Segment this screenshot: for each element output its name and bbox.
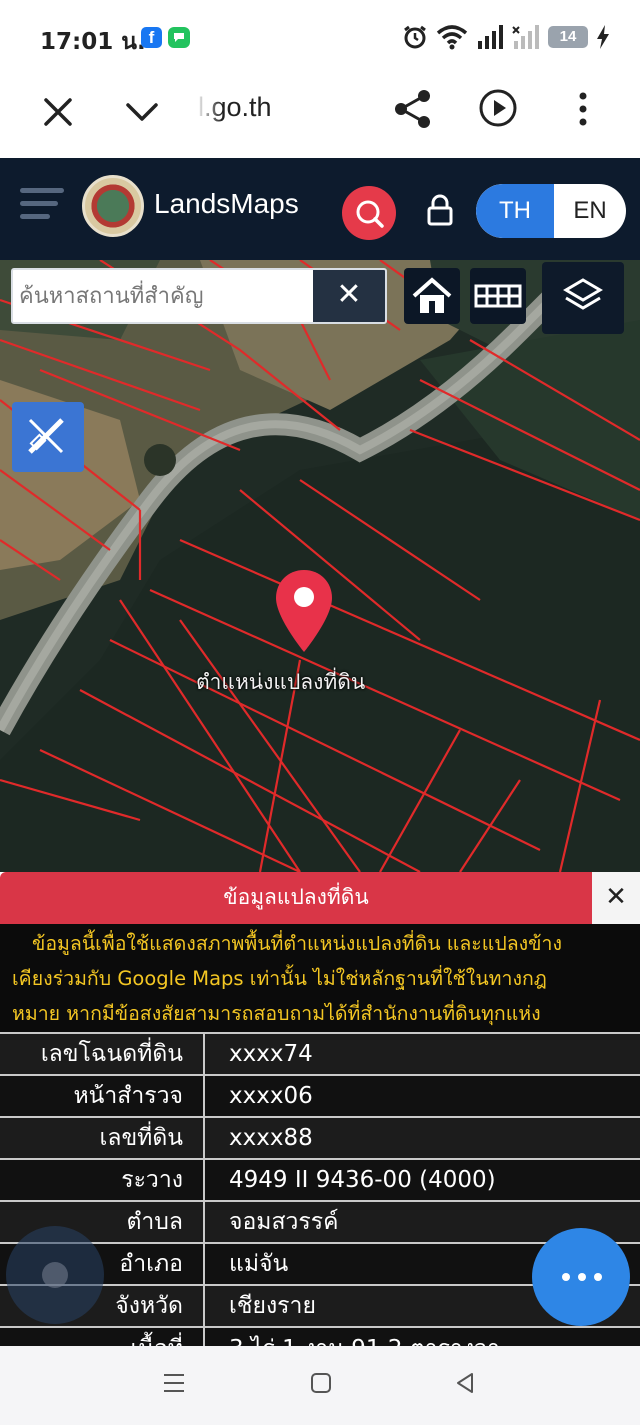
place-search-box: ✕ xyxy=(11,268,387,324)
location-pin-icon[interactable] xyxy=(274,568,334,654)
disclaimer-text: ข้อมูลนี้เพื่อใช้แสดงสภาพพื้นที่ตำแหน่งแ… xyxy=(0,924,640,1032)
status-bar: 17:01 น. f 14 xyxy=(0,0,640,72)
table-row: ตำบล จอมสวรรค์ xyxy=(0,1200,640,1243)
panel-close-button[interactable]: ✕ xyxy=(592,872,640,924)
search-clear-button[interactable]: ✕ xyxy=(313,270,385,322)
layers-icon xyxy=(563,278,603,310)
line-app-icon xyxy=(168,27,190,48)
row-label: ระวาง xyxy=(0,1158,205,1201)
ruler-pencil-icon xyxy=(28,418,64,454)
lang-en-button[interactable]: EN xyxy=(554,184,626,238)
home-icon xyxy=(412,277,452,313)
search-button[interactable] xyxy=(342,186,396,240)
measure-tool-button[interactable] xyxy=(12,402,84,472)
browser-toolbar: l.go.th xyxy=(0,72,640,158)
close-tab-icon[interactable] xyxy=(38,92,78,132)
row-value: xxxx06 xyxy=(204,1074,640,1117)
play-icon[interactable] xyxy=(478,88,518,128)
url-fade xyxy=(196,90,222,130)
disclaimer-line: ข้อมูลนี้เพื่อใช้แสดงสภาพพื้นที่ตำแหน่งแ… xyxy=(32,932,562,955)
alarm-icon xyxy=(404,25,426,49)
recent-apps-icon[interactable] xyxy=(162,1372,186,1394)
table-row: หน้าสำรวจ xxxx06 xyxy=(0,1074,640,1117)
menu-icon[interactable] xyxy=(20,188,64,224)
map-view[interactable]: ✕ ตำแหน่งแปลงที่ดิน xyxy=(0,260,640,872)
place-search-input[interactable] xyxy=(13,270,315,322)
grid-icon xyxy=(474,284,522,308)
language-toggle: TH EN xyxy=(476,184,626,238)
location-label: ตำแหน่งแปลงที่ดิน xyxy=(196,670,366,694)
table-row: ระวาง 4949 II 9436-00 (4000) xyxy=(0,1158,640,1201)
land-info-table: เลขโฉนดที่ดิน xxxx74 หน้าสำรวจ xxxx06 เลขท… xyxy=(0,1032,640,1369)
system-nav-bar xyxy=(0,1346,640,1425)
ellipsis-icon xyxy=(562,1273,602,1281)
row-label: หน้าสำรวจ xyxy=(0,1074,205,1117)
row-label: เลขที่ดิน xyxy=(0,1116,205,1159)
search-icon xyxy=(356,200,384,228)
status-icons: 14 xyxy=(402,22,610,52)
row-value: xxxx74 xyxy=(204,1032,640,1075)
disclaimer-line: เคียงร่วมกับ Google Maps เท่านั้น ไม่ใช่… xyxy=(12,967,547,990)
signal-weak-icon xyxy=(512,25,539,49)
signal-icon xyxy=(478,25,503,49)
more-options-icon[interactable] xyxy=(568,88,598,130)
home-button[interactable] xyxy=(404,268,460,324)
status-time: 17:01 น. xyxy=(40,29,146,55)
row-label: เลขโฉนดที่ดิน xyxy=(0,1032,205,1075)
lang-th-button[interactable]: TH xyxy=(476,184,554,238)
table-row: เลขโฉนดที่ดิน xxxx74 xyxy=(0,1032,640,1075)
home-nav-icon[interactable] xyxy=(310,1372,332,1394)
row-value: xxxx88 xyxy=(204,1116,640,1159)
app-header: LandsMaps TH EN xyxy=(0,158,640,260)
wifi-icon xyxy=(436,25,468,50)
share-icon[interactable] xyxy=(392,88,434,130)
back-icon[interactable] xyxy=(454,1372,476,1394)
landsmaps-logo xyxy=(82,175,144,237)
brand-title: LandsMaps xyxy=(154,188,299,219)
row-value: 4949 II 9436-00 (4000) xyxy=(204,1158,640,1201)
panel-title: ข้อมูลแปลงที่ดิน xyxy=(0,872,592,924)
facebook-icon: f xyxy=(141,27,162,48)
layers-button[interactable] xyxy=(542,262,624,334)
table-row: เลขที่ดิน xxxx88 xyxy=(0,1116,640,1159)
disclaimer-line: หมาย หากมีข้อสงสัยสามารถสอบถามได้ที่สำนั… xyxy=(12,1002,541,1025)
chevron-down-icon[interactable] xyxy=(122,92,162,132)
more-actions-button[interactable] xyxy=(532,1228,630,1326)
grid-button[interactable] xyxy=(470,268,526,324)
charging-icon xyxy=(597,25,609,49)
scroll-indicator-button[interactable] xyxy=(6,1226,104,1324)
satellite-imagery xyxy=(0,260,640,872)
lock-icon[interactable] xyxy=(426,194,454,226)
battery-icon: 14 xyxy=(548,26,588,48)
